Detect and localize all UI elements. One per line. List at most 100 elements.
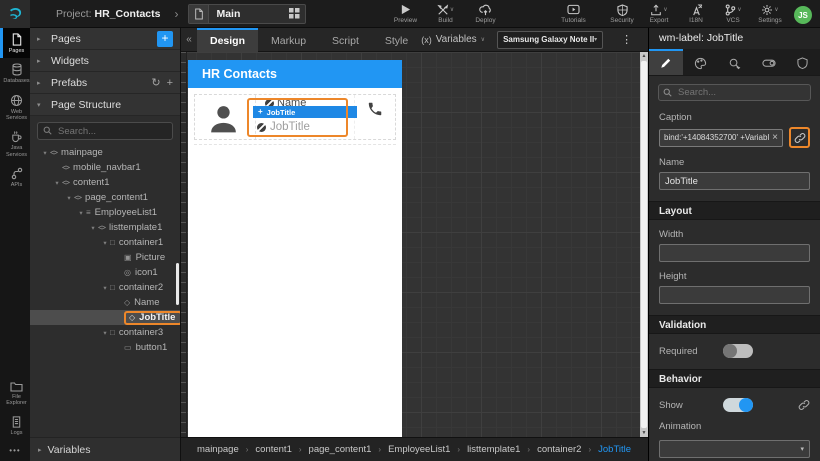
deploy-button[interactable]: Deploy	[472, 3, 498, 24]
behavior-section-header: Behavior	[649, 369, 820, 388]
tree-item-page-content1[interactable]: ▾ <> page_content1	[30, 190, 180, 205]
height-field[interactable]	[659, 286, 810, 304]
tab-devices[interactable]	[752, 49, 786, 75]
add-page-button[interactable]: +	[157, 30, 173, 47]
person-icon[interactable]	[205, 100, 242, 137]
chevron-down-icon[interactable]: ▾	[88, 224, 98, 232]
bind-indicator-icon	[257, 122, 266, 132]
rail-item-file-explorer[interactable]: File Explorer	[0, 376, 30, 411]
rail-item-web-services[interactable]: Web Services	[0, 89, 30, 126]
chevron-down-icon[interactable]: ▾	[52, 179, 62, 187]
tree-item-mobile-navbar1[interactable]: <> mobile_navbar1	[30, 160, 180, 175]
bind-caption-button[interactable]	[789, 127, 810, 148]
clear-icon[interactable]: ×	[772, 132, 778, 143]
preview-button[interactable]: Preview	[392, 3, 418, 24]
device-selector[interactable]: Samsung Galaxy Note III ▾	[497, 30, 604, 49]
tab-security[interactable]	[786, 49, 820, 75]
properties-search-input[interactable]	[658, 84, 811, 101]
section-prefabs[interactable]: ▸ Prefabs ↻ +	[30, 72, 180, 94]
tree-item-container2[interactable]: ▾ □ container2	[30, 280, 180, 295]
export-button[interactable]: ∨ Export	[646, 3, 672, 24]
widget-drag-handle[interactable]: + JobTitle	[253, 106, 357, 118]
settings-button[interactable]: ∨ Settings	[757, 3, 783, 24]
required-toggle[interactable]	[723, 344, 753, 358]
i18n-button[interactable]: I18N	[683, 3, 709, 24]
variables-dropdown[interactable]: (x) Variables ∨	[421, 34, 485, 45]
tree-item-content1[interactable]: ▾ <> content1	[30, 175, 180, 190]
breadcrumb-container2[interactable]: container2	[537, 444, 581, 455]
rail-item-logs[interactable]: Logs	[0, 411, 30, 440]
bind-show-button[interactable]	[798, 399, 810, 411]
section-pages[interactable]: ▸ Pages +	[30, 28, 180, 50]
tree-scrollbar[interactable]	[176, 263, 179, 305]
phone-icon[interactable]	[367, 101, 383, 117]
chevron-down-icon[interactable]: ▾	[40, 149, 50, 157]
tree-item-jobtitle[interactable]: ◇ JobTitle	[30, 310, 180, 325]
rail-item-pages[interactable]: Pages	[0, 28, 30, 59]
tree-item-mainpage[interactable]: ▾ <> mainpage	[30, 145, 180, 160]
tab-styles[interactable]	[683, 49, 717, 75]
tree-item-employeelist1[interactable]: ▾ ≡ EmployeeList1	[30, 205, 180, 220]
kebab-menu-button[interactable]: ⋮	[613, 33, 640, 46]
build-button[interactable]: ∨ Build	[432, 3, 458, 24]
section-page-structure[interactable]: ▾ Page Structure	[30, 94, 180, 116]
user-avatar[interactable]: JS	[794, 6, 812, 24]
tutorials-button[interactable]: Tutorials	[560, 3, 586, 24]
grid-icon[interactable]	[283, 8, 305, 19]
wavemaker-logo[interactable]	[0, 0, 30, 28]
breadcrumb-page-content1[interactable]: page_content1	[309, 444, 372, 455]
phone-preview: HR Contacts Name + JobTitle JobTitle	[188, 60, 402, 437]
tree-item-name[interactable]: ◇ Name	[30, 295, 180, 310]
tab-events[interactable]	[717, 49, 751, 75]
tree-label: button1	[135, 342, 168, 353]
chevron-down-icon[interactable]: ▾	[64, 194, 74, 202]
tree-item-container3[interactable]: ▾ □ container3	[30, 325, 180, 340]
chevron-down-icon[interactable]: ▾	[100, 239, 110, 247]
page-selector[interactable]: Main	[188, 3, 307, 24]
breadcrumb-employeelist1[interactable]: EmployeeList1	[388, 444, 450, 455]
chevron-down-icon[interactable]: ▾	[100, 284, 110, 292]
tree-search-input[interactable]	[37, 122, 173, 140]
breadcrumb-listtemplate1[interactable]: listtemplate1	[467, 444, 520, 455]
tab-script[interactable]: Script	[319, 28, 372, 52]
section-widgets[interactable]: ▸ Widgets	[30, 50, 180, 72]
tab-properties[interactable]	[649, 49, 684, 75]
section-variables[interactable]: ▸ Variables	[30, 437, 180, 461]
rail-item-java-services[interactable]: Java Services	[0, 125, 30, 162]
jobtitle-widget[interactable]: JobTitle	[257, 121, 310, 133]
breadcrumb-mainpage[interactable]: mainpage	[197, 444, 239, 455]
rail-item-apis[interactable]: APIs	[0, 162, 30, 192]
vcs-button[interactable]: ∨ VCS	[720, 3, 746, 24]
more-options-button[interactable]: •••	[0, 440, 30, 461]
caret-down-icon: ∨	[774, 7, 779, 13]
tab-markup[interactable]: Markup	[258, 28, 319, 52]
rail-item-databases[interactable]: Databases	[0, 58, 30, 88]
tree-item-button1[interactable]: ▭ button1	[30, 340, 180, 355]
tree-item-container1[interactable]: ▾ □ container1	[30, 235, 180, 250]
name-field[interactable]	[659, 172, 810, 190]
employee-list-item[interactable]: Name + JobTitle JobTitle	[194, 94, 396, 140]
show-toggle[interactable]	[723, 398, 753, 412]
add-prefab-button[interactable]: +	[167, 77, 173, 89]
section-variables-label: Variables	[47, 443, 91, 456]
scrollbar-thumb[interactable]	[641, 61, 647, 428]
tree-item-icon1[interactable]: ◎ icon1	[30, 265, 180, 280]
page-structure-tree: ▾ <> mainpage <> mobile_navbar1 ▾ <> con…	[30, 145, 180, 437]
scroll-up-icon[interactable]: ▲	[640, 53, 648, 59]
refresh-icon[interactable]: ↻	[151, 76, 160, 89]
tab-style[interactable]: Style	[372, 28, 421, 52]
tree-item-listtemplate1[interactable]: ▾ <> listtemplate1	[30, 220, 180, 235]
width-field[interactable]	[659, 244, 810, 262]
canvas-scrollbar[interactable]: ▲ ▼	[640, 52, 648, 437]
security-button[interactable]: Security	[609, 3, 635, 24]
tab-design[interactable]: Design	[197, 27, 259, 52]
chevron-down-icon[interactable]: ▾	[100, 329, 110, 337]
breadcrumb-content1[interactable]: content1	[255, 444, 291, 455]
animation-select[interactable]: ▾	[659, 440, 810, 458]
scroll-down-icon[interactable]: ▼	[640, 430, 648, 436]
caption-field[interactable]: bind:'+14084352700' +Variables.HrdbE ×	[659, 128, 783, 147]
chevron-down-icon[interactable]: ▾	[76, 209, 86, 217]
tree-item-picture[interactable]: ▣ Picture	[30, 250, 180, 265]
breadcrumb-jobtitle[interactable]: JobTitle	[598, 444, 631, 455]
collapse-panel-button[interactable]: «	[181, 34, 197, 45]
